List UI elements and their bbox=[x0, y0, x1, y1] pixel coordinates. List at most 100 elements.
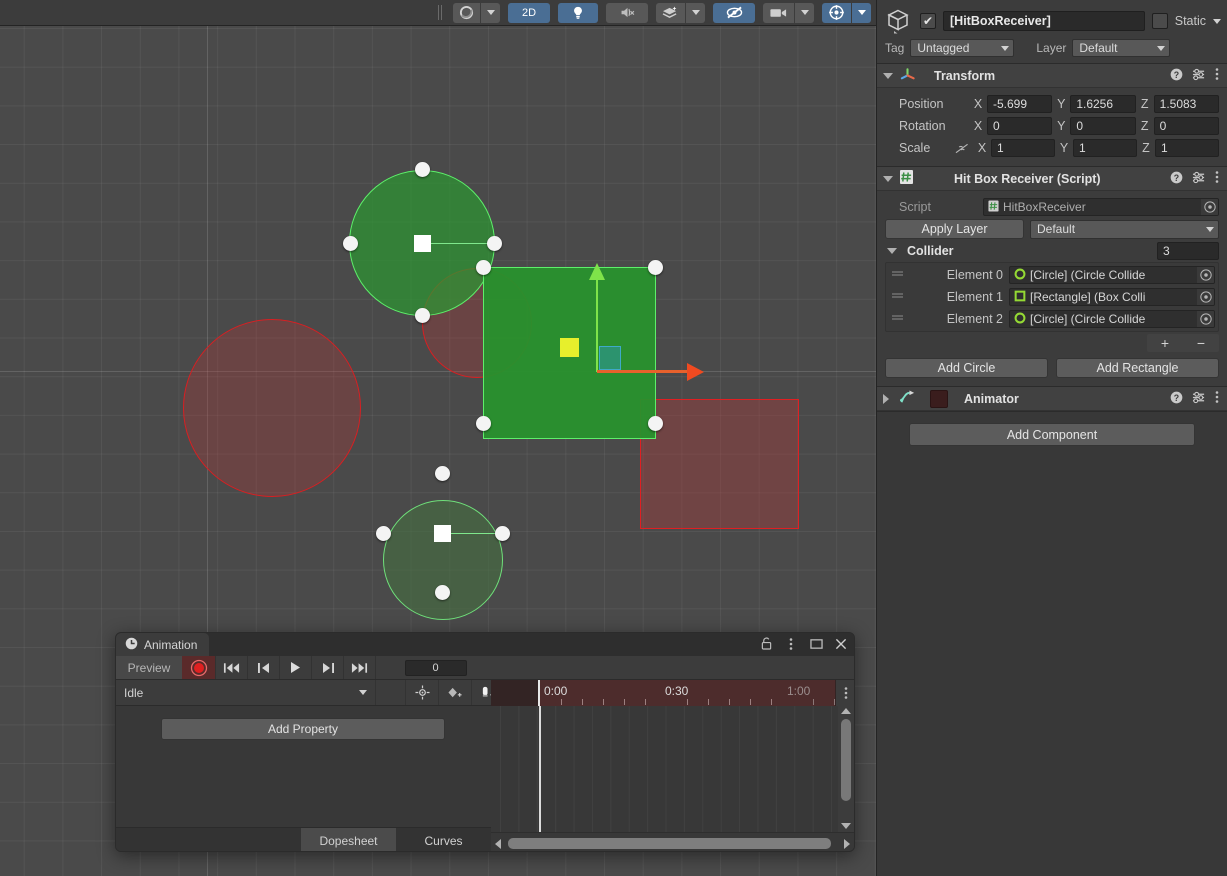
scroll-right-arrow[interactable] bbox=[844, 839, 850, 849]
horizontal-scrollbar-thumb[interactable] bbox=[508, 838, 831, 849]
position-z-input[interactable]: 1.5083 bbox=[1153, 95, 1219, 113]
animation-view-tabs[interactable]: Dopesheet Curves bbox=[116, 827, 491, 851]
scene-camera-icon[interactable] bbox=[763, 2, 794, 23]
lock-icon[interactable] bbox=[759, 636, 773, 651]
lighting-toggle-group[interactable] bbox=[558, 2, 599, 23]
hit-box-receiver-foldout-icon[interactable] bbox=[883, 175, 893, 182]
rectangle-collider-red[interactable] bbox=[640, 399, 799, 529]
layer-dropdown[interactable]: Default bbox=[1072, 39, 1171, 57]
clip-dropdown[interactable]: Idle bbox=[116, 680, 376, 705]
element-1-field[interactable]: [Rectangle] (Box Colli bbox=[1009, 288, 1215, 306]
toolbar-grip[interactable] bbox=[438, 4, 447, 21]
scene-camera-group[interactable] bbox=[763, 2, 815, 23]
gizmos-icon[interactable] bbox=[822, 2, 851, 23]
static-dropdown-chevron-down-icon[interactable] bbox=[1213, 18, 1221, 24]
tag-dropdown[interactable]: Untagged bbox=[910, 39, 1015, 57]
gizmo-y-axis[interactable] bbox=[596, 280, 598, 372]
circle-center-handle-top[interactable] bbox=[414, 235, 431, 252]
transform-scale-row[interactable]: Scale X 1 Y 1 Z 1 bbox=[885, 137, 1219, 159]
help-icon[interactable]: ? bbox=[1170, 171, 1183, 187]
transform-header[interactable]: Transform ? bbox=[877, 64, 1227, 88]
transform-foldout-icon[interactable] bbox=[883, 72, 893, 79]
lightbulb-icon[interactable] bbox=[558, 2, 598, 23]
inspector-panel[interactable]: ✔ [HitBoxReceiver] Static Tag Untagged L… bbox=[876, 0, 1227, 876]
gizmo-x-axis[interactable] bbox=[597, 370, 687, 373]
scale-y-input[interactable]: 1 bbox=[1073, 139, 1137, 157]
apply-layer-button[interactable]: Apply Layer bbox=[885, 219, 1024, 239]
table-row[interactable]: Element 0 [Circle] (Circle Collide bbox=[889, 264, 1215, 286]
scene-view-toolbar[interactable]: 2D bbox=[0, 0, 876, 26]
rect-handle-bottom-left[interactable] bbox=[476, 416, 491, 431]
animator-foldout-icon[interactable] bbox=[883, 393, 889, 404]
transform-rotation-row[interactable]: Rotation X 0 Y 0 Z 0 bbox=[885, 115, 1219, 137]
vertical-scrollbar[interactable] bbox=[838, 706, 854, 832]
add-property-button[interactable]: Add Property bbox=[161, 718, 445, 740]
apply-layer-row[interactable]: Apply Layer Default bbox=[885, 218, 1219, 240]
preset-icon[interactable] bbox=[1192, 391, 1206, 407]
circle-handle-bottom-s[interactable] bbox=[435, 585, 450, 600]
kebab-menu-icon[interactable] bbox=[1215, 67, 1219, 84]
gizmos-group[interactable] bbox=[822, 2, 872, 23]
scroll-left-arrow[interactable] bbox=[495, 839, 501, 849]
transform-position-row[interactable]: Position X -5.699 Y 1.6256 Z 1.5083 bbox=[885, 93, 1219, 115]
static-checkbox[interactable] bbox=[1151, 13, 1168, 29]
hit-box-receiver-header[interactable]: Hit Box Receiver (Script) ? bbox=[877, 167, 1227, 191]
animation-toolbar[interactable]: Preview 0 bbox=[116, 656, 854, 680]
record-icon[interactable] bbox=[182, 656, 215, 679]
element-2-field[interactable]: [Circle] (Circle Collide bbox=[1009, 310, 1215, 328]
timeline-menu-icon[interactable] bbox=[836, 680, 854, 706]
gameobject-header[interactable]: ✔ [HitBoxReceiver] Static Tag Untagged L… bbox=[877, 0, 1227, 64]
gameobject-name-field[interactable]: [HitBoxReceiver] bbox=[943, 11, 1145, 31]
gameobject-name-row[interactable]: ✔ [HitBoxReceiver] Static bbox=[877, 0, 1227, 36]
collider-foldout-icon[interactable] bbox=[887, 248, 897, 254]
scale-z-input[interactable]: 1 bbox=[1155, 139, 1219, 157]
tab-dopesheet[interactable]: Dopesheet bbox=[301, 828, 396, 851]
skip-to-start-icon[interactable] bbox=[215, 656, 247, 679]
table-row[interactable]: Element 1 [Rectangle] (Box Colli bbox=[889, 286, 1215, 308]
collider-count-input[interactable]: 3 bbox=[1157, 242, 1219, 260]
rect-handle-top-left[interactable] bbox=[476, 260, 491, 275]
tab-curves[interactable]: Curves bbox=[396, 828, 491, 851]
circle-collider-bottom[interactable] bbox=[383, 500, 503, 620]
maximize-icon[interactable] bbox=[809, 636, 823, 651]
kebab-menu-icon[interactable] bbox=[784, 636, 798, 651]
effects-group[interactable] bbox=[656, 2, 706, 23]
shading-mode-icon[interactable] bbox=[453, 2, 480, 23]
kebab-menu-icon[interactable] bbox=[1215, 170, 1219, 187]
frame-field-wrapper[interactable]: 0 bbox=[375, 656, 495, 679]
two-d-toggle[interactable]: 2D bbox=[508, 2, 550, 23]
help-icon[interactable]: ? bbox=[1170, 68, 1183, 84]
component-animator[interactable]: Animator ? bbox=[877, 387, 1227, 412]
component-hit-box-receiver[interactable]: Hit Box Receiver (Script) ? Script HitBo… bbox=[877, 167, 1227, 387]
animation-dopesheet-area[interactable] bbox=[491, 706, 854, 851]
circle-collider-left-red[interactable] bbox=[183, 319, 361, 497]
circle-handle-top-s[interactable] bbox=[415, 308, 430, 323]
object-picker-icon[interactable] bbox=[1197, 267, 1214, 283]
scene-camera-dropdown[interactable] bbox=[795, 2, 814, 23]
close-icon[interactable] bbox=[834, 636, 848, 651]
audio-mute-icon[interactable] bbox=[606, 2, 648, 23]
component-transform[interactable]: Transform ? Position X -5.699 Y 1.6256 Z… bbox=[877, 64, 1227, 167]
cube-icon[interactable] bbox=[885, 7, 913, 35]
rotation-z-input[interactable]: 0 bbox=[1153, 117, 1219, 135]
hidden-objects-icon[interactable] bbox=[713, 2, 755, 23]
next-keyframe-icon[interactable] bbox=[311, 656, 343, 679]
preview-button[interactable]: Preview bbox=[116, 656, 182, 679]
drag-handle-icon[interactable] bbox=[889, 269, 905, 281]
animation-tabbar[interactable]: Animation bbox=[116, 633, 854, 656]
hit-box-receiver-header-icons[interactable]: ? bbox=[1170, 170, 1227, 187]
preset-icon[interactable] bbox=[1192, 171, 1206, 187]
animation-window-controls[interactable] bbox=[759, 636, 848, 651]
rect-handle-bottom-right[interactable] bbox=[648, 416, 663, 431]
scroll-up-arrow[interactable] bbox=[841, 708, 851, 714]
circle-handle-top-e[interactable] bbox=[487, 236, 502, 251]
drag-handle-icon[interactable] bbox=[889, 291, 905, 303]
animation-timeline-ruler[interactable]: 0:00 0:30 1:00 bbox=[491, 680, 854, 706]
skip-to-end-icon[interactable] bbox=[343, 656, 375, 679]
circle-handle-bottom-n[interactable] bbox=[435, 466, 450, 481]
collider-list-header[interactable]: Collider 3 bbox=[885, 240, 1219, 262]
rotation-y-input[interactable]: 0 bbox=[1070, 117, 1136, 135]
add-circle-button[interactable]: Add Circle bbox=[885, 358, 1048, 378]
add-component-button[interactable]: Add Component bbox=[909, 423, 1195, 446]
add-shape-buttons-row[interactable]: Add Circle Add Rectangle bbox=[885, 357, 1219, 379]
